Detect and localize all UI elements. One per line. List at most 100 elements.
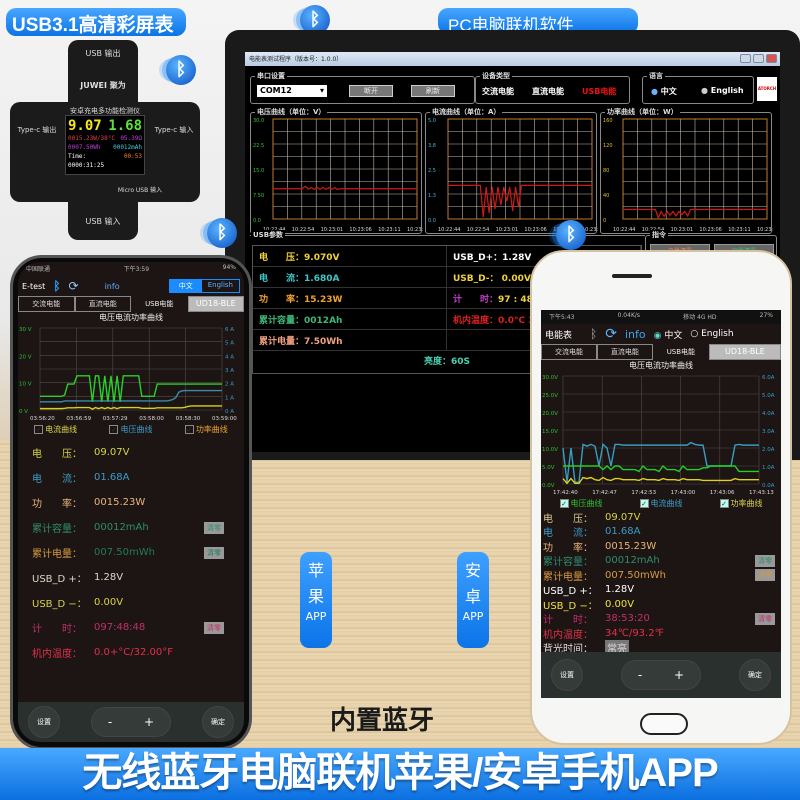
reset-button[interactable]: 清零 bbox=[204, 621, 224, 634]
usb-meter-device: USB 输出 JUWEI 聚为 安卓充电多功能检测仪 Type-c 输出 Typ… bbox=[10, 40, 200, 240]
tab-dc-energy[interactable]: 直流电能 bbox=[596, 344, 653, 360]
com-port-select[interactable]: COM12 ▾ bbox=[257, 85, 327, 97]
info-link[interactable]: info bbox=[105, 282, 120, 291]
android-tag-line3: APP bbox=[462, 610, 484, 623]
x-tick-label: 03:56:20 bbox=[30, 416, 55, 422]
confirm-button[interactable]: 确定 bbox=[739, 659, 771, 691]
minimize-button[interactable] bbox=[740, 54, 751, 63]
x-tick-label: 10:23:01 bbox=[321, 227, 343, 233]
value-label: USB_D −： bbox=[543, 600, 598, 612]
maximize-button[interactable] bbox=[753, 54, 764, 63]
minus-button[interactable]: - bbox=[638, 668, 642, 682]
value-label: 计 时： bbox=[32, 624, 82, 635]
legend-current-label: 电流曲线 bbox=[45, 424, 78, 434]
disconnect-button[interactable]: 断开 bbox=[349, 85, 393, 97]
android-carrier: 移动 4G HD bbox=[683, 314, 717, 321]
meter-port-top: USB 输出 bbox=[85, 49, 121, 58]
meter-capacity: 00012mAh bbox=[113, 144, 142, 151]
param-value: 1.28V bbox=[502, 253, 532, 263]
legend-current[interactable]: ✓ 电流曲线 bbox=[34, 424, 77, 435]
close-button[interactable] bbox=[766, 54, 777, 63]
value-label: 电 流： bbox=[32, 474, 82, 485]
settings-button[interactable]: 设置 bbox=[551, 659, 583, 691]
checkbox-icon: ✓ bbox=[184, 424, 194, 434]
plus-button[interactable]: + bbox=[674, 668, 684, 682]
iphone-app-screen: 中国联通 下午3:59 94% E-test ᛒ ⟳ info 中文 Engli… bbox=[18, 262, 244, 742]
value-label: 累计电量： bbox=[543, 571, 593, 583]
value-text: 1.28V bbox=[605, 584, 635, 596]
lang-zh-radio[interactable]: ◉ 中文 bbox=[654, 328, 683, 341]
y2-tick-label: 4 A bbox=[225, 354, 234, 360]
minus-button[interactable]: - bbox=[108, 715, 112, 729]
bluetooth-status-icon[interactable]: ᛒ bbox=[53, 279, 60, 293]
y-tick-label: 5.0 bbox=[428, 118, 436, 124]
tab-usb-energy[interactable]: USB电能 bbox=[131, 296, 188, 312]
value-text: 097:48:48 bbox=[94, 622, 146, 633]
legend-power[interactable]: ✓ 功率曲线 bbox=[184, 424, 228, 435]
value-row: 累计电量： 007.50mWh 清零 bbox=[32, 540, 230, 565]
lang-zh-toggle[interactable]: 中文 bbox=[169, 280, 202, 292]
bluetooth-icon: ᛒ bbox=[166, 55, 196, 85]
param-label: 电 流： bbox=[259, 274, 305, 284]
com-port-value: COM12 bbox=[260, 86, 292, 95]
legend-voltage[interactable]: ✓ 电压曲线 bbox=[559, 498, 603, 509]
x-tick-label: 10:22:54 bbox=[292, 227, 314, 233]
tab-ac-energy[interactable]: 交流电能 bbox=[18, 296, 75, 312]
sync-icon[interactable]: ⟳ bbox=[69, 279, 79, 293]
y2-tick-label: 5.0A bbox=[762, 393, 775, 399]
lang-en-radio[interactable]: ○ English bbox=[690, 329, 733, 339]
param-label: USB_D+： bbox=[453, 253, 503, 263]
info-link[interactable]: info bbox=[625, 328, 646, 341]
legend-voltage[interactable]: ✓ 电压曲线 bbox=[109, 424, 152, 435]
refresh-button[interactable]: 刷新 bbox=[411, 85, 455, 97]
y2-tick-label: 5 A bbox=[225, 341, 234, 347]
value-label: 机内温度： bbox=[543, 629, 593, 641]
x-tick-label: 10:23:01 bbox=[671, 227, 693, 233]
settings-button[interactable]: 设置 bbox=[28, 706, 60, 738]
legend-current[interactable]: ✓ 电流曲线 bbox=[639, 498, 683, 509]
reset-button[interactable]: 清零 bbox=[755, 612, 775, 625]
chart-svg: 30 V20 V10 V0 V6 A5 A4 A3 A2 A1 A0 A03:5… bbox=[19, 327, 237, 422]
meter-voltage: 9.07 bbox=[68, 118, 102, 134]
param-label: 计 时： bbox=[453, 295, 499, 305]
y-tick-label: 5.0V bbox=[542, 465, 555, 471]
android-home-button[interactable] bbox=[640, 713, 688, 735]
lang-en-toggle[interactable]: English bbox=[202, 280, 239, 292]
tab-device-name[interactable]: UD18-BLE bbox=[187, 296, 244, 312]
y-tick-label: 20.0V bbox=[542, 411, 558, 417]
value-label: 累计容量： bbox=[32, 524, 82, 535]
plus-button[interactable]: + bbox=[144, 715, 154, 729]
iphone-chart-legend: ✓ 电流曲线 ✓ 电压曲线 ✓ 功率曲线 bbox=[18, 422, 244, 436]
lang-chinese-radio[interactable]: ● 中文 bbox=[651, 86, 677, 97]
confirm-button[interactable]: 确定 bbox=[202, 706, 234, 738]
value-label: 机内温度： bbox=[32, 649, 82, 660]
lang-zh-label: 中文 bbox=[664, 330, 683, 341]
reset-button[interactable]: 清零 bbox=[755, 569, 775, 582]
value-row: 电 压： 09.07V bbox=[32, 440, 230, 465]
reset-button[interactable]: 清零 bbox=[204, 521, 224, 534]
device-ac-option[interactable]: 交流电能 bbox=[482, 86, 514, 97]
iphone-app-header: E-test ᛒ ⟳ info 中文 English bbox=[18, 276, 244, 296]
sync-icon[interactable]: ⟳ bbox=[605, 326, 617, 342]
device-usb-option[interactable]: USB电能 bbox=[582, 86, 616, 97]
value-label: 功 率： bbox=[543, 542, 593, 554]
reset-button[interactable]: 清零 bbox=[204, 546, 224, 559]
y-tick-label: 0 V bbox=[19, 409, 28, 415]
tab-usb-energy[interactable]: USB电能 bbox=[653, 344, 709, 360]
tab-device-name[interactable]: UD18-BLE bbox=[708, 344, 781, 360]
y2-tick-label: 3.0A bbox=[762, 429, 775, 435]
android-net-speed: 0.04K/s bbox=[617, 312, 641, 319]
pc-chart-2: 功率曲线（单位：W）1601208040010:22:4410:22:5410:… bbox=[600, 107, 773, 234]
bluetooth-status-icon[interactable]: ᛒ bbox=[590, 327, 597, 341]
legend-power[interactable]: ✓ 功率曲线 bbox=[719, 498, 763, 509]
reset-button[interactable]: 清零 bbox=[755, 554, 775, 567]
lang-english-radio[interactable]: ● English bbox=[701, 86, 744, 95]
device-dc-option[interactable]: 直流电能 bbox=[532, 86, 564, 97]
y-tick-label: 30 V bbox=[19, 327, 32, 333]
value-row: 累计电量： 007.50mWh 清零 bbox=[543, 568, 781, 583]
tab-dc-energy[interactable]: 直流电能 bbox=[74, 296, 131, 312]
voltage-series-line bbox=[40, 375, 222, 402]
tab-ac-energy[interactable]: 交流电能 bbox=[541, 344, 597, 360]
android-battery: 27% bbox=[759, 312, 773, 319]
param-value: 15.23W bbox=[304, 295, 343, 305]
